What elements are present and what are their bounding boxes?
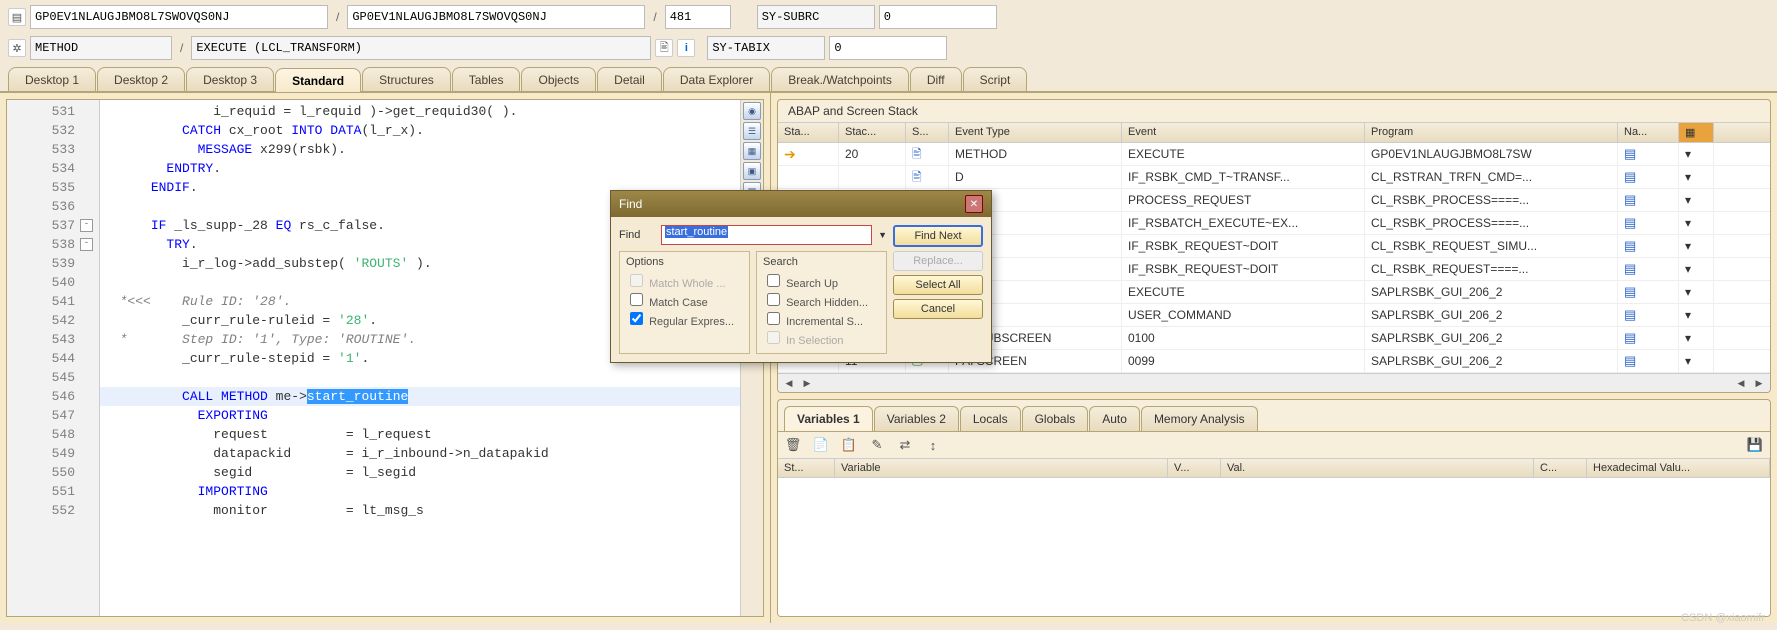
tool-icon[interactable]: ▣ — [743, 162, 761, 180]
disk-icon[interactable]: 💾 — [1746, 436, 1764, 454]
options-title: Options — [626, 256, 743, 268]
separator: / — [180, 41, 183, 55]
separator: / — [336, 10, 339, 24]
edit-icon[interactable]: ✎ — [868, 436, 886, 454]
dropdown-icon[interactable]: ▼ — [878, 230, 887, 240]
tab-detail[interactable]: Detail — [597, 67, 662, 91]
opt-match-whole[interactable]: Match Whole ... — [626, 271, 743, 290]
scroll-right-icon[interactable]: ▶ — [1752, 376, 1766, 390]
sy-tabix-label: SY-TABIX — [707, 36, 825, 60]
sy-tabix-value: 0 — [829, 36, 947, 60]
find-dialog-title: Find — [619, 197, 642, 211]
find-input[interactable]: start_routine — [661, 225, 872, 245]
separator: / — [653, 10, 656, 24]
desktop-tabs: Desktop 1Desktop 2Desktop 3StandardStruc… — [0, 65, 1777, 93]
tab-desktop-2[interactable]: Desktop 2 — [97, 67, 185, 91]
method-label: METHOD — [30, 36, 172, 60]
opt-match-case[interactable]: Match Case — [626, 290, 743, 309]
gear-icon[interactable]: ✲ — [8, 39, 26, 57]
find-next-button[interactable]: Find Next — [893, 225, 983, 247]
close-icon[interactable]: ✕ — [965, 195, 983, 213]
tab-desktop-3[interactable]: Desktop 3 — [186, 67, 274, 91]
breakpoint-icon[interactable]: ◉ — [743, 102, 761, 120]
save-icon[interactable]: 📋 — [840, 436, 858, 454]
tab-data-explorer[interactable]: Data Explorer — [663, 67, 770, 91]
delete-icon[interactable]: 🗑 — [784, 436, 802, 454]
sy-subrc-value: 0 — [879, 5, 997, 29]
tab-break-watchpoints[interactable]: Break./Watchpoints — [771, 67, 909, 91]
vtab-globals[interactable]: Globals — [1022, 406, 1089, 431]
tab-tables[interactable]: Tables — [452, 67, 521, 91]
tab-objects[interactable]: Objects — [521, 67, 596, 91]
sort-icon[interactable]: ↕ — [924, 436, 942, 454]
search-title: Search — [763, 256, 880, 268]
display-icon[interactable]: 🖹 — [655, 39, 673, 57]
find-label: Find — [619, 229, 655, 241]
code-gutter: 531532533534535536537-538-53954054154254… — [7, 100, 100, 616]
tab-script[interactable]: Script — [963, 67, 1028, 91]
cancel-button[interactable]: Cancel — [893, 299, 983, 319]
insert-icon[interactable]: 📄 — [812, 436, 830, 454]
replace-button: Replace... — [893, 251, 983, 271]
opt-regex[interactable]: Regular Expres... — [626, 309, 743, 328]
bookmark-icon[interactable]: ☰ — [743, 122, 761, 140]
stack-panel-title: ABAP and Screen Stack — [778, 100, 1770, 122]
abap-source-icon: ▤ — [8, 8, 26, 26]
info-icon[interactable]: i — [677, 39, 695, 57]
tab-standard[interactable]: Standard — [275, 68, 361, 92]
find-dialog: Find ✕ Find start_routine ▼ Options Matc… — [610, 190, 992, 363]
method-name: EXECUTE (LCL_TRANSFORM) — [191, 36, 651, 60]
vtab-variables-2[interactable]: Variables 2 — [874, 406, 959, 431]
vtab-memory-analysis[interactable]: Memory Analysis — [1141, 406, 1258, 431]
line-field[interactable]: 481 — [665, 5, 731, 29]
opt-search-up[interactable]: Search Up — [763, 271, 880, 290]
tool-icon[interactable]: ▦ — [743, 142, 761, 160]
table-row[interactable]: 🖹DIF_RSBK_CMD_T~TRANSF...CL_RSTRAN_TRFN_… — [778, 166, 1770, 189]
table-row[interactable]: ➔20🖹METHODEXECUTEGP0EV1NLAUGJBMO8L7SW▤▾ — [778, 143, 1770, 166]
program-field-2[interactable]: GP0EV1NLAUGJBMO8L7SWOVQS0NJ — [347, 5, 645, 29]
opt-search-hidden[interactable]: Search Hidden... — [763, 290, 880, 309]
stack-header-row: Sta...Stac...S...Event TypeEventProgramN… — [778, 122, 1770, 143]
variable-tabs: Variables 1Variables 2LocalsGlobalsAutoM… — [784, 406, 1764, 431]
program-field-1[interactable]: GP0EV1NLAUGJBMO8L7SWOVQS0NJ — [30, 5, 328, 29]
variables-header-row: St...VariableV...Val.C...Hexadecimal Val… — [778, 458, 1770, 478]
opt-incremental[interactable]: Incremental S... — [763, 309, 880, 328]
scroll-left-icon[interactable]: ◀ — [1734, 376, 1748, 390]
vtab-auto[interactable]: Auto — [1089, 406, 1140, 431]
vtab-variables-1[interactable]: Variables 1 — [784, 406, 873, 431]
scroll-right-icon[interactable]: ▶ — [800, 376, 814, 390]
tab-desktop-1[interactable]: Desktop 1 — [8, 67, 96, 91]
tab-diff[interactable]: Diff — [910, 67, 962, 91]
opt-in-selection[interactable]: In Selection — [763, 328, 880, 347]
exchange-icon[interactable]: ⇄ — [896, 436, 914, 454]
vtab-locals[interactable]: Locals — [960, 406, 1021, 431]
variables-toolbar: 🗑 📄 📋 ✎ ⇄ ↕ 💾 — [778, 431, 1770, 458]
select-all-button[interactable]: Select All — [893, 275, 983, 295]
scroll-left-icon[interactable]: ◀ — [782, 376, 796, 390]
tab-structures[interactable]: Structures — [362, 67, 451, 91]
variables-table[interactable] — [778, 478, 1770, 616]
sy-subrc-label: SY-SUBRC — [757, 5, 875, 29]
